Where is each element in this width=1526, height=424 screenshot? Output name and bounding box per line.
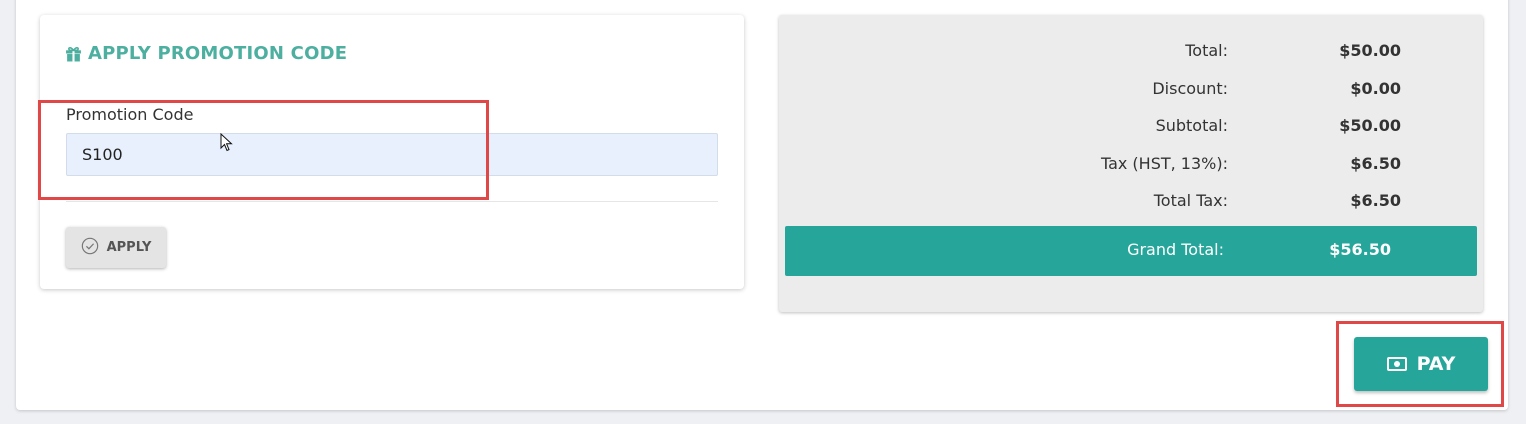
mouse-cursor-icon: [220, 133, 233, 152]
promotion-code-label: Promotion Code: [66, 105, 194, 124]
promotion-panel: APPLY PROMOTION CODE Promotion Code APPL…: [40, 15, 744, 289]
promotion-title-text: APPLY PROMOTION CODE: [88, 43, 348, 64]
summary-tax-value: $6.50: [1350, 154, 1401, 173]
check-circle-icon: [81, 237, 98, 254]
summary-discount-value: $0.00: [1350, 79, 1401, 98]
gift-icon: [66, 47, 81, 62]
apply-button[interactable]: APPLY: [66, 227, 166, 268]
money-icon: [1386, 357, 1407, 371]
summary-tax-label: Tax (HST, 13%):: [1100, 154, 1228, 173]
apply-button-label: APPLY: [106, 240, 152, 255]
grand-total-value: $56.50: [1329, 240, 1391, 259]
pay-button-label: PAY: [1416, 353, 1456, 375]
order-summary-panel: Total: $50.00 Discount: $0.00 Subtotal: …: [779, 15, 1483, 312]
summary-total-label: Total:: [1185, 41, 1228, 60]
summary-subtotal-label: Subtotal:: [1155, 116, 1228, 135]
summary-subtotal-value: $50.00: [1339, 116, 1401, 135]
pay-button[interactable]: PAY: [1354, 337, 1488, 391]
grand-total-bar: Grand Total: $56.50: [785, 226, 1477, 276]
summary-total-tax-value: $6.50: [1350, 191, 1401, 210]
divider: [66, 201, 718, 202]
promotion-title: APPLY PROMOTION CODE: [65, 43, 347, 64]
summary-total-value: $50.00: [1339, 41, 1401, 60]
promotion-code-input[interactable]: [66, 133, 718, 176]
grand-total-label: Grand Total:: [1127, 240, 1224, 259]
summary-discount-label: Discount:: [1152, 79, 1228, 98]
summary-total-tax-label: Total Tax:: [1153, 191, 1228, 210]
